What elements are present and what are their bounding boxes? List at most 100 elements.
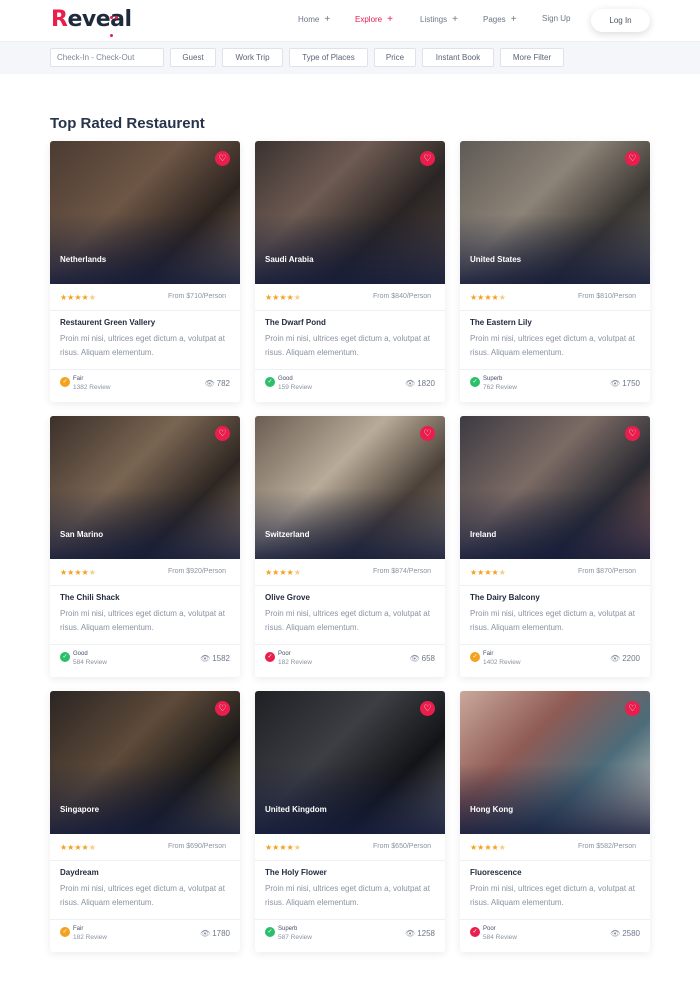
review-count[interactable]: 1402 Review — [483, 659, 521, 666]
nav-pages[interactable]: Pages + — [483, 14, 517, 25]
eye-icon: 👁 — [409, 654, 420, 663]
rating-label: Fair — [483, 651, 494, 657]
divider — [255, 310, 445, 311]
rating-label: Good — [278, 376, 293, 382]
divider — [50, 919, 240, 920]
eye-icon: 👁 — [200, 929, 211, 938]
listing-meta: ★★★★★ From $710/Person — [60, 291, 230, 305]
photo-gradient — [460, 764, 650, 834]
favorite-heart-icon[interactable]: ♡ — [420, 151, 435, 166]
logo-dots — [110, 6, 124, 37]
listing-card[interactable]: United States ♡ ★★★★★ From $810/Person T… — [460, 141, 650, 402]
review-count[interactable]: 762 Review — [483, 384, 517, 391]
divider — [255, 585, 445, 586]
listing-description: Proin mi nisi, ultrices eget dictum a, v… — [60, 334, 225, 357]
listing-photo[interactable]: Netherlands ♡ — [50, 141, 240, 284]
listing-photo[interactable]: Hong Kong ♡ — [460, 691, 650, 834]
listing-photo[interactable]: Singapore ♡ — [50, 691, 240, 834]
listing-card[interactable]: Switzerland ♡ ★★★★★ From $874/Person Oli… — [255, 416, 445, 677]
listing-photo[interactable]: Saudi Arabia ♡ — [255, 141, 445, 284]
listing-title[interactable]: The Dairy Balcony — [470, 593, 540, 602]
divider — [50, 310, 240, 311]
photo-gradient — [50, 214, 240, 284]
divider — [50, 644, 240, 645]
listing-description: Proin mi nisi, ultrices eget dictum a, v… — [470, 609, 635, 632]
eye-icon: 👁 — [610, 929, 621, 938]
listing-location: United Kingdom — [265, 805, 327, 814]
listing-card[interactable]: San Marino ♡ ★★★★★ From $920/Person The … — [50, 416, 240, 677]
nav-home[interactable]: Home + — [298, 14, 330, 25]
rating-label: Fair — [73, 926, 84, 932]
listing-meta: ★★★★★ From $920/Person — [60, 566, 230, 580]
nav-listings[interactable]: Listings + — [420, 14, 458, 25]
divider — [460, 919, 650, 920]
rating-check-icon: ✓ — [60, 652, 70, 662]
divider — [460, 860, 650, 861]
favorite-heart-icon[interactable]: ♡ — [215, 701, 230, 716]
listing-title[interactable]: The Eastern Lily — [470, 318, 532, 327]
listing-title[interactable]: Daydream — [60, 868, 99, 877]
listing-card[interactable]: Hong Kong ♡ ★★★★★ From $582/Person Fluor… — [460, 691, 650, 952]
filter-type-of-places-button[interactable]: Type of Places — [289, 48, 368, 67]
listing-title[interactable]: The Dwarf Pond — [265, 318, 326, 327]
review-count[interactable]: 584 Review — [483, 934, 517, 941]
review-count[interactable]: 159 Review — [278, 384, 312, 391]
review-count[interactable]: 1382 Review — [73, 384, 111, 391]
listing-card[interactable]: Saudi Arabia ♡ ★★★★★ From $840/Person Th… — [255, 141, 445, 402]
photo-gradient — [460, 214, 650, 284]
listing-meta: ★★★★★ From $810/Person — [470, 291, 640, 305]
listing-photo[interactable]: United Kingdom ♡ — [255, 691, 445, 834]
listing-title[interactable]: The Holy Flower — [265, 868, 327, 877]
listing-card[interactable]: Ireland ♡ ★★★★★ From $870/Person The Dai… — [460, 416, 650, 677]
filter-instant-book-button[interactable]: Instant Book — [422, 48, 494, 67]
listing-photo[interactable]: United States ♡ — [460, 141, 650, 284]
filter-guest-button[interactable]: Guest — [170, 48, 216, 67]
photo-gradient — [50, 764, 240, 834]
divider — [460, 585, 650, 586]
divider — [460, 310, 650, 311]
listing-title[interactable]: Fluorescence — [470, 868, 522, 877]
listing-price: From $710/Person — [168, 293, 226, 300]
favorite-heart-icon[interactable]: ♡ — [625, 701, 640, 716]
favorite-heart-icon[interactable]: ♡ — [215, 426, 230, 441]
favorite-heart-icon[interactable]: ♡ — [215, 151, 230, 166]
listing-photo[interactable]: Ireland ♡ — [460, 416, 650, 559]
favorite-heart-icon[interactable]: ♡ — [420, 426, 435, 441]
listing-card[interactable]: Netherlands ♡ ★★★★★ From $710/Person Res… — [50, 141, 240, 402]
star-rating-icon: ★★★★★ — [60, 293, 96, 302]
listing-photo[interactable]: San Marino ♡ — [50, 416, 240, 559]
favorite-heart-icon[interactable]: ♡ — [625, 426, 640, 441]
filter-work-trip-button[interactable]: Work Trip — [222, 48, 283, 67]
favorite-heart-icon[interactable]: ♡ — [625, 151, 640, 166]
date-range-input[interactable]: Check-In - Check-Out — [50, 48, 164, 67]
listing-title[interactable]: Olive Grove — [265, 593, 310, 602]
nav-sign-up[interactable]: Sign Up — [542, 14, 570, 23]
listing-title[interactable]: The Chili Shack — [60, 593, 120, 602]
listing-location: Singapore — [60, 805, 100, 814]
filter-more-button[interactable]: More Filter — [500, 48, 564, 67]
listing-meta: ★★★★★ From $874/Person — [265, 566, 435, 580]
listing-meta: ★★★★★ From $870/Person — [470, 566, 640, 580]
review-count[interactable]: 182 Review — [278, 659, 312, 666]
favorite-heart-icon[interactable]: ♡ — [420, 701, 435, 716]
nav-explore[interactable]: Explore + — [355, 14, 393, 25]
view-count: 👁 1780 — [200, 929, 230, 938]
rating-check-icon: ✓ — [60, 377, 70, 387]
login-button[interactable]: Log In — [591, 9, 650, 32]
listing-location: Hong Kong — [470, 805, 514, 814]
listing-photo[interactable]: Switzerland ♡ — [255, 416, 445, 559]
eye-icon: 👁 — [204, 379, 215, 388]
listing-title[interactable]: Restaurent Green Vallery — [60, 318, 155, 327]
filter-price-button[interactable]: Price — [374, 48, 416, 67]
view-count: 👁 658 — [409, 654, 435, 663]
review-count[interactable]: 587 Review — [278, 934, 312, 941]
review-count[interactable]: 182 Review — [73, 934, 107, 941]
review-count[interactable]: 584 Review — [73, 659, 107, 666]
listing-meta: ★★★★★ From $840/Person — [265, 291, 435, 305]
brand-logo[interactable]: Reveal — [51, 7, 132, 32]
listing-card[interactable]: United Kingdom ♡ ★★★★★ From $650/Person … — [255, 691, 445, 952]
listing-card[interactable]: Singapore ♡ ★★★★★ From $690/Person Daydr… — [50, 691, 240, 952]
listing-price: From $874/Person — [373, 568, 431, 575]
star-rating-icon: ★★★★★ — [470, 568, 506, 577]
listing-price: From $582/Person — [578, 843, 636, 850]
